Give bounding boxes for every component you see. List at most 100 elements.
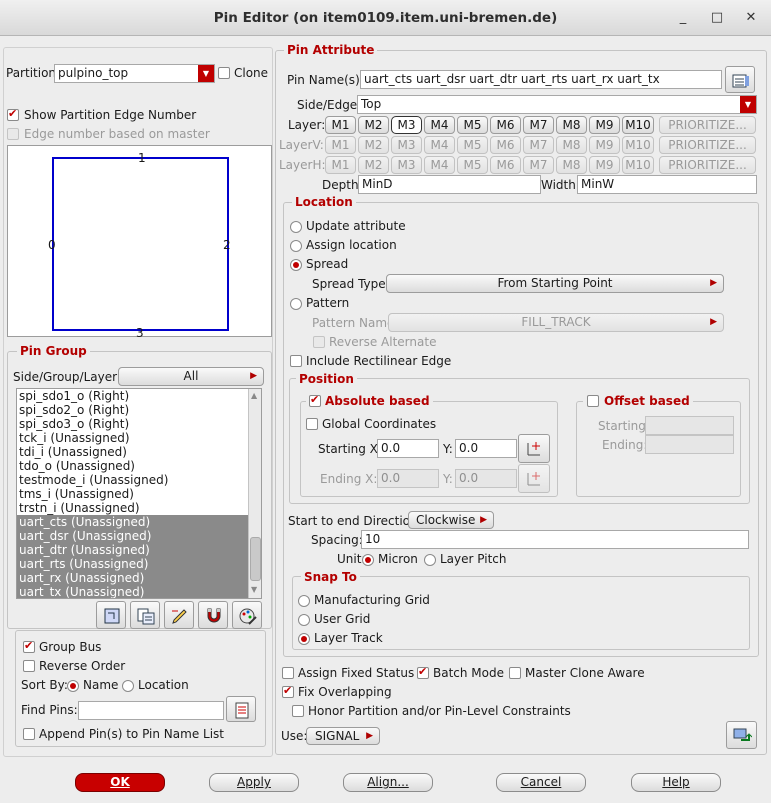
layer-m3-button[interactable]: M3 (391, 116, 422, 134)
list-item[interactable]: tdo_o (Unassigned) (17, 459, 248, 473)
offset-ending-input[interactable] (645, 435, 734, 454)
absolute-checkbox[interactable] (309, 393, 321, 407)
ending-x-input[interactable]: 0.0 (377, 469, 439, 488)
find-pins-input[interactable] (78, 701, 224, 720)
pin-list-scrollbar[interactable]: ▲ ▼ (248, 389, 261, 598)
layerv-m6-button[interactable]: M6 (490, 136, 521, 154)
layerh-m4-button[interactable]: M4 (424, 156, 455, 174)
offset-starting-input[interactable] (645, 416, 734, 435)
list-item[interactable]: tms_i (Unassigned) (17, 487, 248, 501)
sort-name-radio[interactable] (67, 680, 79, 692)
pin-list-button[interactable] (130, 601, 160, 629)
layerh-m10-button[interactable]: M10 (622, 156, 654, 174)
update-attr-radio[interactable] (290, 221, 302, 233)
edit-pins-button[interactable] (164, 601, 194, 629)
layerv-m5-button[interactable]: M5 (457, 136, 488, 154)
layer-m1-button[interactable]: M1 (325, 116, 356, 134)
chevron-down-icon[interactable]: ▼ (198, 65, 214, 82)
layer-m5-button[interactable]: M5 (457, 116, 488, 134)
spread-radio[interactable] (290, 259, 302, 271)
pin-group-edit-button[interactable] (232, 601, 262, 629)
starting-y-input[interactable]: 0.0 (455, 439, 517, 458)
layerv-m1-button[interactable]: M1 (325, 136, 356, 154)
use-selector[interactable]: SIGNAL ▶ (306, 727, 380, 745)
layerh-m7-button[interactable]: M7 (523, 156, 554, 174)
assign-fixed-checkbox[interactable] (282, 667, 294, 679)
maximize-icon[interactable]: □ (708, 9, 726, 27)
layerv-prioritize-button[interactable]: PRIORITIZE... (659, 136, 756, 154)
spread-type-selector[interactable]: From Starting Point ▶ (386, 274, 724, 293)
layerh-m9-button[interactable]: M9 (589, 156, 620, 174)
layerh-prioritize-button[interactable]: PRIORITIZE... (659, 156, 756, 174)
layerv-m10-button[interactable]: M10 (622, 136, 654, 154)
layerv-m7-button[interactable]: M7 (523, 136, 554, 154)
spacing-input[interactable]: 10 (361, 530, 749, 549)
snap-mfg-radio[interactable] (298, 595, 310, 607)
list-item[interactable]: uart_rts (Unassigned) (17, 557, 248, 571)
append-checkbox[interactable] (23, 728, 35, 740)
list-item[interactable]: uart_dtr (Unassigned) (17, 543, 248, 557)
layer-m9-button[interactable]: M9 (589, 116, 620, 134)
layerv-m3-button[interactable]: M3 (391, 136, 422, 154)
pattern-radio[interactable] (290, 298, 302, 310)
list-item[interactable]: tdi_i (Unassigned) (17, 445, 248, 459)
list-item[interactable]: uart_rx (Unassigned) (17, 571, 248, 585)
scroll-up-icon[interactable]: ▲ (251, 391, 257, 400)
reverse-order-checkbox[interactable] (23, 660, 35, 672)
layer-m10-button[interactable]: M10 (622, 116, 654, 134)
list-item[interactable]: spi_sdo2_o (Right) (17, 403, 248, 417)
apply-button[interactable]: Apply (209, 773, 299, 792)
layerh-m5-button[interactable]: M5 (457, 156, 488, 174)
list-item[interactable]: uart_cts (Unassigned) (17, 515, 248, 529)
unit-pitch-radio[interactable] (424, 554, 436, 566)
list-item[interactable]: uart_tx (Unassigned) (17, 585, 248, 598)
pin-names-list-button[interactable] (725, 66, 755, 93)
list-item[interactable]: spi_sdo3_o (Right) (17, 417, 248, 431)
layer-m8-button[interactable]: M8 (556, 116, 587, 134)
fix-overlap-checkbox[interactable] (282, 684, 294, 698)
close-icon[interactable]: ✕ (742, 9, 760, 27)
layer-m7-button[interactable]: M7 (523, 116, 554, 134)
layerv-m4-button[interactable]: M4 (424, 136, 455, 154)
scroll-thumb[interactable] (250, 537, 261, 581)
layer-prioritize-button[interactable]: PRIORITIZE... (659, 116, 756, 134)
layerh-m3-button[interactable]: M3 (391, 156, 422, 174)
find-pins-button[interactable] (226, 696, 256, 722)
layerh-m6-button[interactable]: M6 (490, 156, 521, 174)
layer-m2-button[interactable]: M2 (358, 116, 389, 134)
pin-flow-button[interactable] (96, 601, 126, 629)
sort-location-radio[interactable] (122, 680, 134, 692)
chevron-down-icon[interactable]: ▼ (740, 96, 756, 113)
include-rect-checkbox[interactable] (290, 355, 302, 367)
align-button[interactable]: Align... (343, 773, 433, 792)
layerh-m2-button[interactable]: M2 (358, 156, 389, 174)
clone-checkbox[interactable] (218, 67, 230, 79)
ok-button[interactable]: OK (75, 773, 165, 792)
layer-m6-button[interactable]: M6 (490, 116, 521, 134)
global-coord-checkbox[interactable] (306, 418, 318, 430)
layerh-m8-button[interactable]: M8 (556, 156, 587, 174)
layerv-m8-button[interactable]: M8 (556, 136, 587, 154)
list-item[interactable]: trstn_i (Unassigned) (17, 501, 248, 515)
depth-input[interactable]: MinD (358, 175, 541, 194)
honor-checkbox[interactable] (292, 705, 304, 717)
scroll-down-icon[interactable]: ▼ (251, 585, 257, 594)
minimize-icon[interactable]: _ (674, 9, 692, 27)
layerv-m2-button[interactable]: M2 (358, 136, 389, 154)
side-edge-combo[interactable]: Top ▼ (357, 95, 757, 114)
pin-names-input[interactable]: uart_cts uart_dsr uart_dtr uart_rts uart… (360, 70, 722, 89)
unit-micron-radio[interactable] (362, 554, 374, 566)
direction-selector[interactable]: Clockwise ▶ (408, 511, 494, 529)
magnet-button[interactable] (198, 601, 228, 629)
snap-track-radio[interactable] (298, 633, 310, 645)
assign-loc-radio[interactable] (290, 240, 302, 252)
list-item[interactable]: spi_sdo1_o (Right) (17, 389, 248, 403)
pattern-name-selector[interactable]: FILL_TRACK ▶ (388, 313, 724, 332)
list-item[interactable]: tck_i (Unassigned) (17, 431, 248, 445)
pin-list[interactable]: spi_sdo1_o (Right) spi_sdo2_o (Right) spi_… (16, 388, 262, 599)
layerh-m1-button[interactable]: M1 (325, 156, 356, 174)
reverse-alt-checkbox[interactable] (313, 336, 325, 348)
width-input[interactable]: MinW (577, 175, 757, 194)
layer-m4-button[interactable]: M4 (424, 116, 455, 134)
help-button[interactable]: Help (631, 773, 721, 792)
